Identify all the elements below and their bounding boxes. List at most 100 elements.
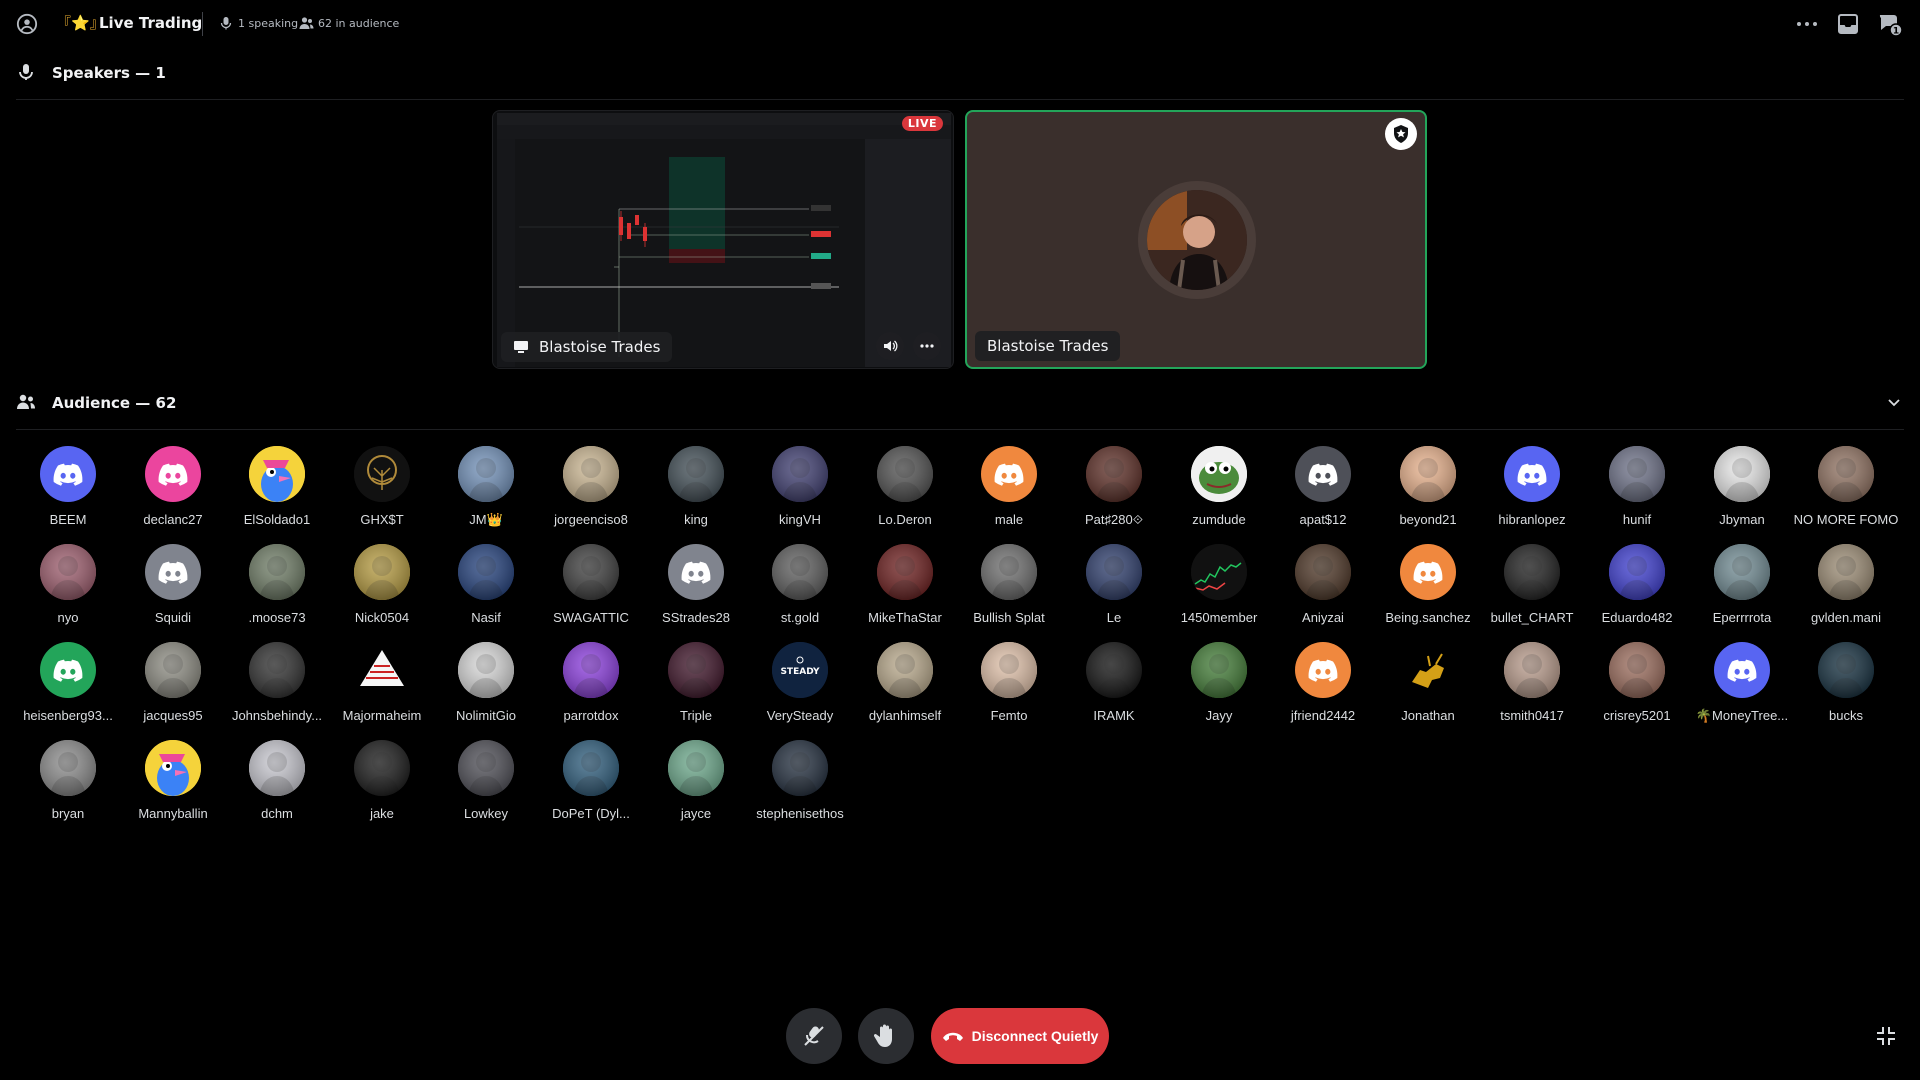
audience-member[interactable]: Jonathan (1376, 642, 1480, 732)
audience-member[interactable]: Jayy (1167, 642, 1271, 732)
audience-member[interactable]: NO MORE FOMO (1794, 446, 1898, 536)
audience-member[interactable]: JM👑 (434, 446, 538, 536)
member-avatar (354, 642, 410, 698)
audience-member[interactable]: king (644, 446, 748, 536)
audience-member[interactable]: male (957, 446, 1061, 536)
member-avatar (145, 446, 201, 502)
member-avatar (1295, 642, 1351, 698)
audience-member[interactable]: SStrades28 (644, 544, 748, 634)
audience-member[interactable]: .moose73 (225, 544, 329, 634)
audience-icon (17, 394, 35, 409)
speaker-camera-tile[interactable]: Blastoise Trades (965, 110, 1427, 369)
audience-member[interactable]: STEADY VerySteady (748, 642, 852, 732)
audience-member[interactable]: bryan (16, 740, 120, 830)
raise-hand-button[interactable] (858, 1008, 914, 1064)
audience-member[interactable]: Eperrrrota (1690, 544, 1794, 634)
audience-member[interactable]: jorgeenciso8 (539, 446, 643, 536)
volume-button[interactable] (876, 332, 904, 360)
screenshare-tile[interactable]: LIVE Blastoise Trades (492, 110, 954, 369)
disconnect-quietly-button[interactable]: Disconnect Quietly (931, 1008, 1109, 1064)
member-avatar (40, 642, 96, 698)
audience-member[interactable]: jfriend2442 (1271, 642, 1375, 732)
audience-member[interactable]: tsmith0417 (1480, 642, 1584, 732)
speaker-avatar (1147, 190, 1247, 290)
tile-more-button[interactable] (913, 332, 941, 360)
audience-member[interactable]: Triple (644, 642, 748, 732)
audience-member[interactable]: IRAMK (1062, 642, 1166, 732)
audience-member[interactable]: declanc27 (121, 446, 225, 536)
audience-member[interactable]: Jbyman (1690, 446, 1794, 536)
audience-member[interactable]: Eduardo482 (1585, 544, 1689, 634)
audience-member[interactable]: dylanhimself (853, 642, 957, 732)
member-avatar (1191, 446, 1247, 502)
member-avatar (458, 544, 514, 600)
audience-member[interactable]: hunif (1585, 446, 1689, 536)
audience-member[interactable]: NolimitGio (434, 642, 538, 732)
audience-member[interactable]: beyond21 (1376, 446, 1480, 536)
microphone-off-icon (804, 1026, 824, 1046)
member-name: nyo (57, 610, 79, 625)
audience-member[interactable]: kingVH (748, 446, 852, 536)
audience-member[interactable]: jake (330, 740, 434, 830)
audience-member[interactable]: BEEM (16, 446, 120, 536)
audience-member[interactable]: zumdude (1167, 446, 1271, 536)
audience-member[interactable]: bucks (1794, 642, 1898, 732)
audience-member[interactable]: Pat♯280⟐ (1062, 446, 1166, 536)
inbox-icon[interactable] (1836, 12, 1860, 36)
audience-member[interactable]: Mannyballin (121, 740, 225, 830)
audience-member[interactable]: hibranlopez (1480, 446, 1584, 536)
chevron-down-icon[interactable] (1886, 394, 1902, 410)
audience-member[interactable]: crisrey5201 (1585, 642, 1689, 732)
audience-member[interactable]: gvlden.mani (1794, 544, 1898, 634)
member-avatar (249, 642, 305, 698)
member-avatar (772, 544, 828, 600)
member-name: jayce (680, 806, 712, 821)
audience-member[interactable]: MikeThaStar (853, 544, 957, 634)
audience-member[interactable]: jacques95 (121, 642, 225, 732)
audience-member[interactable]: st.gold (748, 544, 852, 634)
audience-member[interactable]: heisenberg93... (16, 642, 120, 732)
audience-member[interactable]: Le (1062, 544, 1166, 634)
member-name: Lowkey (463, 806, 509, 821)
audience-member[interactable]: Nick0504 (330, 544, 434, 634)
audience-member[interactable]: Aniyzai (1271, 544, 1375, 634)
audience-member[interactable]: Lo.Deron (853, 446, 957, 536)
audience-member[interactable]: Squidi (121, 544, 225, 634)
audience-member[interactable]: apat$12 (1271, 446, 1375, 536)
member-name: parrotdox (563, 708, 619, 723)
audience-member[interactable]: ElSoldado1 (225, 446, 329, 536)
threads-icon[interactable]: 1 (1876, 12, 1904, 38)
audience-member[interactable]: parrotdox (539, 642, 643, 732)
more-options-icon[interactable] (1795, 13, 1819, 35)
member-avatar (249, 544, 305, 600)
audience-member[interactable]: 1450member (1167, 544, 1271, 634)
member-avatar (354, 544, 410, 600)
member-name: Bullish Splat (973, 610, 1045, 625)
audience-member[interactable]: nyo (16, 544, 120, 634)
screenshare-name-chip: Blastoise Trades (501, 332, 673, 362)
member-avatar (1818, 544, 1874, 600)
audience-member[interactable]: jayce (644, 740, 748, 830)
member-name: Femto (990, 708, 1028, 723)
audience-member[interactable]: Femto (957, 642, 1061, 732)
audience-member[interactable]: SWAGATTIC (539, 544, 643, 634)
audience-section-header[interactable]: Audience — 62 (0, 388, 1920, 430)
audience-member[interactable]: Johnsbehindy... (225, 642, 329, 732)
exit-fullscreen-icon[interactable] (1874, 1024, 1898, 1048)
microphone-icon (19, 64, 33, 80)
member-avatar (563, 740, 619, 796)
audience-member[interactable]: bullet_CHART (1480, 544, 1584, 634)
audience-member[interactable]: DoPeT (Dyl... (539, 740, 643, 830)
audience-member[interactable]: 🌴MoneyTree... (1690, 642, 1794, 732)
request-to-speak-button[interactable] (786, 1008, 842, 1064)
audience-member[interactable]: stephenisethos (748, 740, 852, 830)
audience-member[interactable]: GHX$T (330, 446, 434, 536)
audience-member[interactable]: Majormaheim (330, 642, 434, 732)
audience-member[interactable]: Being.sanchez (1376, 544, 1480, 634)
audience-member[interactable]: Nasif (434, 544, 538, 634)
audience-member[interactable]: dchm (225, 740, 329, 830)
audience-member[interactable]: Bullish Splat (957, 544, 1061, 634)
member-avatar (1400, 544, 1456, 600)
member-name: jacques95 (143, 708, 203, 723)
audience-member[interactable]: Lowkey (434, 740, 538, 830)
